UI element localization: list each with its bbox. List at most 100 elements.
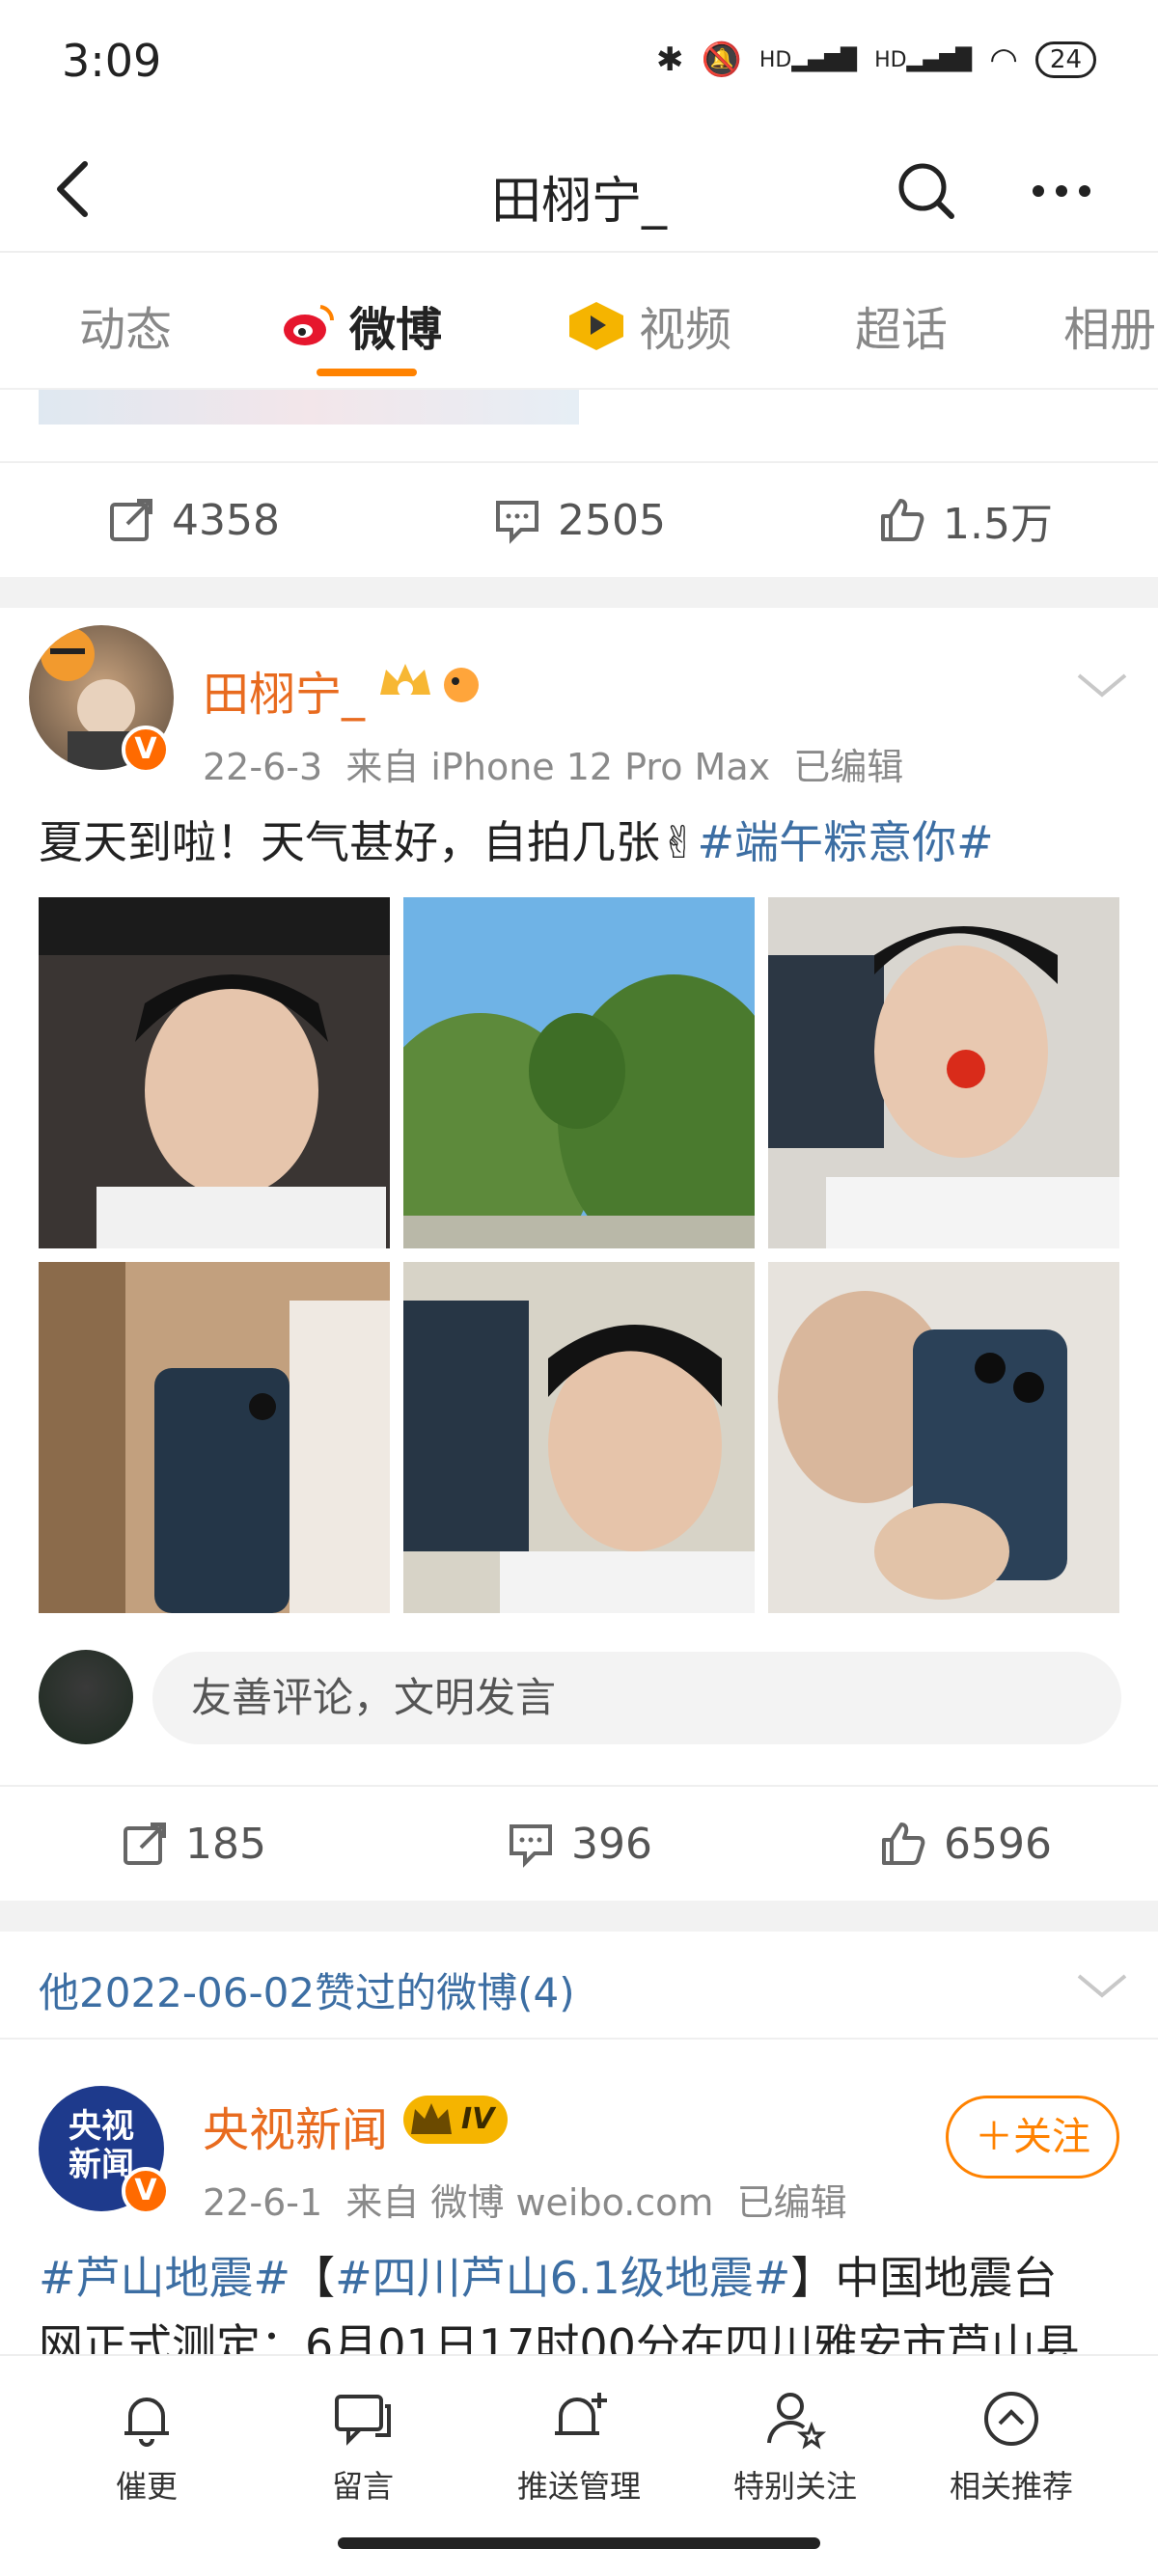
like-button[interactable]: 6596 xyxy=(772,1787,1158,1901)
more-icon xyxy=(1033,185,1090,197)
cctv-post-meta: 22-6-1 来自 微博 weibo.com 已编辑 xyxy=(203,2173,847,2226)
cctv-author-name[interactable]: 央视新闻 xyxy=(203,2092,388,2159)
cctv-hashtag-1[interactable]: #芦山地震# xyxy=(39,2252,290,2304)
weibo-logo-icon xyxy=(284,305,335,345)
bottom-item-label: 相关推荐 xyxy=(949,2468,1073,2505)
share-count: 4358 xyxy=(172,495,280,545)
post-edited: 已编辑 xyxy=(793,746,904,788)
comment-count: 396 xyxy=(571,1819,652,1869)
level-badge-text: IV xyxy=(461,2102,495,2136)
search-icon xyxy=(898,163,954,219)
profile-tabs: 动态 微博 视频 超话 相册 xyxy=(0,255,1158,390)
selfie-car-photo xyxy=(403,1262,755,1613)
bottom-item-label: 催更 xyxy=(115,2468,178,2505)
bell-plus-icon xyxy=(555,2393,607,2435)
bottom-item-message[interactable]: 留言 xyxy=(266,2385,459,2507)
bottom-item-label: 特别关注 xyxy=(732,2468,857,2505)
tab-dynamic[interactable]: 动态 xyxy=(79,291,172,359)
photo-6[interactable] xyxy=(768,1262,1119,1613)
liked-posts-header[interactable]: 他2022-06-02赞过的微博(4) xyxy=(0,1932,1158,2040)
comment-button[interactable]: 2505 xyxy=(386,463,772,577)
user-star-icon xyxy=(767,2393,827,2450)
like-count: 6596 xyxy=(944,1819,1052,1869)
photo-5[interactable] xyxy=(403,1262,755,1613)
more-button[interactable] xyxy=(1023,152,1100,230)
bottom-item-label: 推送管理 xyxy=(516,2468,641,2505)
tab-label: 动态 xyxy=(79,303,173,357)
signal-label-2: HD xyxy=(874,47,907,72)
search-button[interactable] xyxy=(888,152,965,230)
post-menu-chevron-icon[interactable] xyxy=(1073,666,1131,704)
photo-1[interactable] xyxy=(39,897,390,1248)
cctv-post-edited: 已编辑 xyxy=(736,2181,847,2224)
signal-icon-1: HD▂▄▆█ xyxy=(758,47,858,72)
post-date: 22-6-3 xyxy=(203,746,323,788)
message-icon xyxy=(335,2395,391,2446)
post-actions: 185 396 6596 xyxy=(0,1785,1158,1901)
selfie-photo xyxy=(39,897,390,1248)
comment-input[interactable]: 友善评论，文明发言 xyxy=(152,1652,1121,1744)
photo-2[interactable] xyxy=(403,897,755,1248)
chevron-down-icon[interactable] xyxy=(1073,1966,1131,2005)
tab-super-topic[interactable]: 超话 xyxy=(855,291,948,359)
cctv-hashtag-2[interactable]: #四川芦山6.1级地震# xyxy=(335,2252,790,2304)
logo-text-line1: 央视 xyxy=(69,2107,134,2146)
wifi-icon: ◠ xyxy=(989,41,1018,79)
bracket-close: 】 xyxy=(790,2252,836,2304)
photo-4[interactable] xyxy=(39,1262,390,1613)
post-hashtag[interactable]: #端午粽意你# xyxy=(698,816,994,868)
share-count: 185 xyxy=(185,1819,266,1869)
post-author-name[interactable]: 田栩宁_ xyxy=(203,656,365,724)
cctv-text-line1: 中国地震台 xyxy=(835,2252,1058,2304)
share-icon xyxy=(110,499,152,541)
top-nav: 田栩宁_ xyxy=(0,125,1158,253)
bottom-item-push-settings[interactable]: 推送管理 xyxy=(482,2385,676,2507)
active-tab-indicator xyxy=(317,369,417,376)
crown-icon xyxy=(411,2103,452,2134)
status-time: 3:09 xyxy=(62,35,162,87)
follow-button[interactable]: ＋关注 xyxy=(946,2096,1119,2179)
share-button[interactable]: 4358 xyxy=(0,463,386,577)
like-button[interactable]: 1.5万 xyxy=(772,463,1158,577)
thumbs-up-icon xyxy=(882,1822,925,1865)
cctv-post-source: 来自 微博 weibo.com xyxy=(345,2181,714,2224)
comment-count: 2505 xyxy=(558,495,666,545)
verified-badge-icon: V xyxy=(122,2167,170,2215)
bottom-item-related[interactable]: 相关推荐 xyxy=(915,2385,1108,2507)
share-button[interactable]: 185 xyxy=(0,1787,386,1901)
phone-selfie-photo xyxy=(768,1262,1119,1613)
bracket-open: 【 xyxy=(290,2252,336,2304)
tab-video[interactable]: 视频 xyxy=(565,291,731,359)
like-count: 1.5万 xyxy=(943,500,1053,549)
verified-badge-icon: V xyxy=(122,726,170,774)
cctv-post-date: 22-6-1 xyxy=(203,2181,323,2224)
bottom-item-special-follow[interactable]: 特别关注 xyxy=(699,2385,892,2507)
bottom-item-label: 留言 xyxy=(331,2468,394,2505)
bottom-item-remind[interactable]: 催更 xyxy=(50,2385,243,2507)
trees-sky-photo xyxy=(403,897,755,1248)
comment-icon xyxy=(510,1824,552,1868)
battery-indicator: 24 xyxy=(1034,41,1096,78)
previous-post-actions: 4358 2505 1.5万 xyxy=(0,461,1158,577)
tab-album[interactable]: 相册 xyxy=(1063,291,1156,359)
level-badge: IV xyxy=(403,2096,509,2144)
tab-label: 视频 xyxy=(639,303,732,357)
tab-label: 相册 xyxy=(1063,303,1157,357)
thumbs-up-icon xyxy=(881,499,924,541)
home-indicator[interactable] xyxy=(338,2537,820,2549)
status-icons: ✱ 🔕 HD▂▄▆█ HD▂▄▆█ ◠ 24 xyxy=(656,41,1096,79)
post-meta: 22-6-3 来自 iPhone 12 Pro Max 已编辑 xyxy=(203,737,903,790)
comment-button[interactable]: 396 xyxy=(386,1787,772,1901)
section-divider xyxy=(0,1901,1158,1932)
bluetooth-icon: ✱ xyxy=(656,41,684,79)
share-icon xyxy=(124,1822,166,1865)
photo-3[interactable] xyxy=(768,897,1119,1248)
video-icon xyxy=(569,302,623,350)
elevator-mirror-selfie-photo xyxy=(39,1262,390,1613)
previous-post-image[interactable] xyxy=(39,390,579,425)
post-text: 夏天到啦！天气甚好，自拍几张✌#端午粽意你# xyxy=(39,808,994,876)
tab-weibo[interactable]: 微博 xyxy=(280,291,442,359)
signal-icon-2: HD▂▄▆█ xyxy=(874,47,973,72)
selfie-tomato-photo xyxy=(768,897,1119,1248)
current-user-avatar[interactable] xyxy=(39,1650,133,1744)
